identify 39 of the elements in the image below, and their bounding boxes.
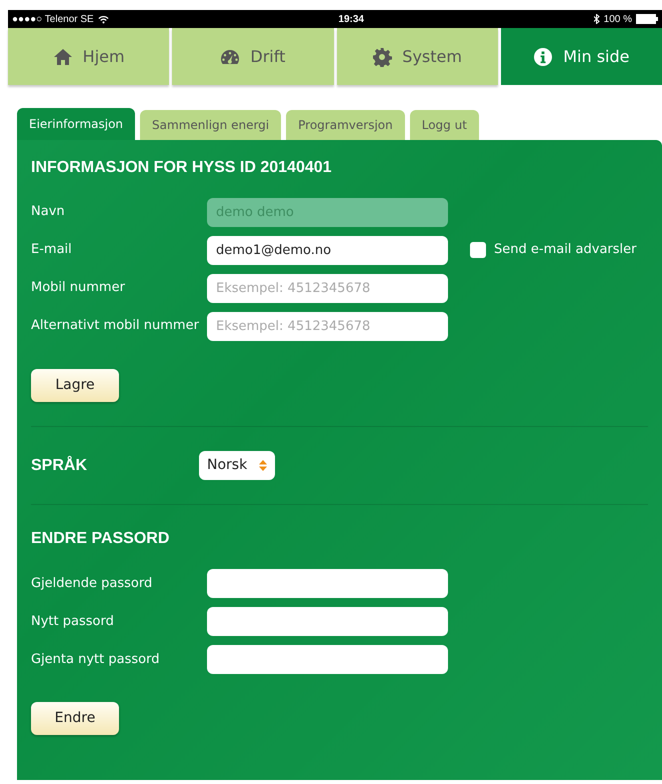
checkbox[interactable]: [470, 242, 486, 258]
input-field[interactable]: Eksempel: 4512345678: [207, 312, 448, 341]
section-title: INFORMASJON FOR HYSS ID 20140401: [31, 158, 333, 178]
field-label: Navn: [31, 203, 66, 222]
info-icon: [533, 46, 554, 66]
battery-icon: [636, 14, 658, 24]
save-button[interactable]: Lagre: [31, 369, 119, 402]
tab[interactable]: Programversjon: [286, 110, 405, 140]
section-title: ENDRE PASSORD: [31, 529, 170, 548]
nav-tab[interactable]: System: [336, 28, 498, 85]
wifi-icon: [98, 14, 109, 24]
gear-icon: [372, 46, 392, 66]
time-text: 19:34: [338, 12, 364, 26]
nav-tab[interactable]: Hjem: [8, 28, 170, 85]
field-label: Alternativt mobil nummer: [31, 317, 200, 336]
checkbox-label: Send e-mail advarsler: [494, 241, 636, 260]
nav-tab[interactable]: Min side: [500, 28, 662, 85]
input-field[interactable]: demo1@demo.no: [207, 236, 448, 265]
bluetooth-icon: [594, 14, 600, 24]
battery-text: 100 %: [604, 12, 632, 26]
tab[interactable]: Eierinformasjon: [17, 108, 136, 140]
field-label: Nytt passord: [31, 612, 115, 631]
tab[interactable]: Sammenlign energi: [140, 110, 282, 140]
input-field[interactable]: Eksempel: 4512345678: [207, 274, 448, 303]
change-button[interactable]: Endre: [31, 702, 119, 736]
nav-tab[interactable]: Drift: [172, 28, 334, 85]
field-label: Gjenta nytt passord: [31, 650, 160, 669]
field-label: Gjeldende passord: [31, 574, 154, 593]
password-field[interactable]: [207, 644, 448, 674]
tab[interactable]: Logg ut: [410, 110, 479, 140]
home-icon: [52, 46, 73, 66]
up-down-arrows-icon: [259, 460, 268, 472]
password-field[interactable]: [207, 568, 448, 598]
section-title: SPRÅK: [31, 456, 88, 476]
password-field[interactable]: [207, 606, 448, 636]
carrier-text: ●●●●○ Telenor SE: [12, 12, 94, 26]
language-select[interactable]: Norsk: [199, 451, 276, 480]
field-label: E-mail: [31, 241, 73, 260]
field-label: Mobil nummer: [31, 279, 126, 298]
